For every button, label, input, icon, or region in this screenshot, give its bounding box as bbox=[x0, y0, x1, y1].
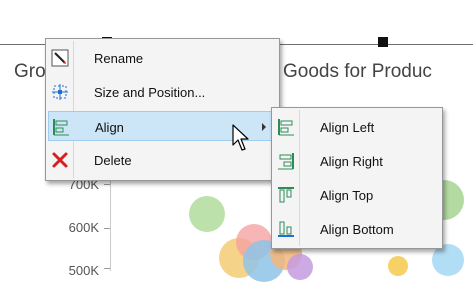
align-top-icon bbox=[277, 186, 295, 204]
align-bottom-icon bbox=[277, 220, 295, 238]
y-tick-label: 600K bbox=[68, 220, 99, 235]
menu-item-align-left[interactable]: Align Left bbox=[274, 112, 440, 142]
menu-item-label: Delete bbox=[94, 153, 132, 168]
menu-item-label: Align bbox=[95, 120, 124, 135]
menu-item-label: Size and Position... bbox=[94, 85, 206, 100]
menu-item-rename[interactable]: Rename bbox=[48, 43, 277, 73]
align-submenu: Align Left Align Right Align Top Align B… bbox=[271, 107, 443, 249]
menu-item-align-top[interactable]: Align Top bbox=[274, 180, 440, 210]
submenu-arrow-icon bbox=[262, 123, 266, 131]
menu-item-label: Align Top bbox=[320, 188, 374, 203]
align-icon bbox=[52, 118, 70, 136]
y-axis-tick bbox=[104, 268, 110, 269]
chart-title-fragment-left: Gro bbox=[14, 61, 46, 82]
menu-item-align-right[interactable]: Align Right bbox=[274, 146, 440, 176]
selection-handle-right[interactable] bbox=[378, 37, 388, 47]
y-axis-tick bbox=[104, 184, 110, 185]
chart-bubble bbox=[388, 256, 408, 276]
menu-item-label: Align Right bbox=[320, 154, 383, 169]
menu-item-align-bottom[interactable]: Align Bottom bbox=[274, 214, 440, 244]
rename-icon bbox=[51, 49, 69, 67]
align-left-icon bbox=[277, 118, 295, 136]
chart-title-fragment-right: Goods for Produc bbox=[283, 61, 432, 82]
mouse-cursor-icon bbox=[232, 124, 249, 151]
chart-bubble bbox=[287, 254, 313, 280]
size-position-icon bbox=[51, 83, 69, 101]
delete-icon bbox=[51, 151, 69, 169]
align-right-icon bbox=[277, 152, 295, 170]
menu-item-size-and-position[interactable]: Size and Position... bbox=[48, 77, 277, 107]
menu-item-label: Align Bottom bbox=[320, 222, 394, 237]
menu-item-label: Align Left bbox=[320, 120, 375, 135]
context-menu: Rename Size and Position... Align Delete bbox=[45, 38, 280, 181]
menu-item-label: Rename bbox=[94, 51, 144, 66]
y-axis-tick bbox=[104, 228, 110, 229]
chart-bubble bbox=[189, 196, 225, 232]
